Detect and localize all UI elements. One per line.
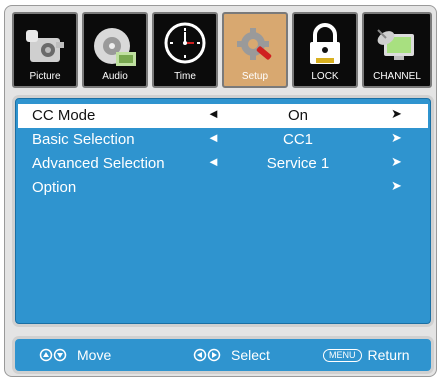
- tab-label: Time: [174, 71, 196, 82]
- hint-select: Select: [193, 347, 270, 363]
- row-label: CC Mode: [32, 107, 96, 124]
- up-down-icon: [39, 348, 67, 362]
- right-arrow-icon[interactable]: ➤: [391, 154, 402, 170]
- tab-label: Picture: [29, 71, 61, 82]
- select-label: Select: [231, 347, 270, 363]
- hint-move: Move: [39, 347, 111, 363]
- return-label: Return: [367, 347, 410, 363]
- menu-row-advanced-selection[interactable]: Advanced Selection ◄ Service 1 ➤: [18, 152, 428, 176]
- right-arrow-icon[interactable]: ➤: [391, 130, 402, 146]
- row-label: Option: [32, 179, 77, 196]
- move-label: Move: [77, 347, 112, 363]
- menu-key-icon: MENU: [323, 348, 362, 362]
- row-label: Advanced Selection: [32, 155, 165, 172]
- tab-setup[interactable]: Setup: [222, 12, 288, 88]
- left-arrow-icon[interactable]: ◄: [207, 130, 220, 145]
- left-arrow-icon[interactable]: ◄: [207, 154, 220, 169]
- hint-return: MENU Return: [323, 347, 410, 363]
- tab-strip: Picture Audio Time Setup LOCK CHANNEL: [12, 12, 437, 88]
- setup-icon: [237, 28, 272, 60]
- audio-icon: [94, 28, 136, 66]
- row-value: On: [287, 107, 308, 124]
- row-value: CC1: [282, 131, 313, 148]
- right-arrow-icon[interactable]: ➤: [391, 178, 402, 194]
- key-hint-bar: Move Select MENU Return: [12, 336, 434, 374]
- tab-label: Audio: [102, 71, 128, 82]
- menu-row-option[interactable]: Option ➤: [18, 176, 428, 200]
- tab-label: LOCK: [311, 71, 339, 82]
- row-label: Basic Selection: [32, 131, 135, 148]
- left-right-icon: [193, 348, 221, 362]
- clock-icon: [164, 22, 206, 64]
- tab-time[interactable]: Time: [152, 12, 218, 88]
- tab-channel[interactable]: CHANNEL: [362, 12, 432, 88]
- right-arrow-icon[interactable]: ➤: [391, 106, 402, 122]
- tab-picture[interactable]: Picture: [12, 12, 78, 88]
- channel-icon: [377, 29, 414, 60]
- tab-label: CHANNEL: [373, 71, 421, 82]
- picture-icon: [26, 30, 64, 62]
- left-arrow-icon[interactable]: ◄: [207, 106, 220, 121]
- tab-audio[interactable]: Audio: [82, 12, 148, 88]
- menu-row-basic-selection[interactable]: Basic Selection ◄ CC1 ➤: [18, 128, 428, 152]
- menu-row-cc-mode[interactable]: CC Mode ◄ On ➤: [18, 104, 428, 128]
- row-value: Service 1: [266, 155, 330, 172]
- tab-lock[interactable]: LOCK: [292, 12, 358, 88]
- tab-label: Setup: [241, 71, 269, 82]
- setup-menu-panel: CC Mode ◄ On ➤ Basic Selection ◄ CC1 ➤ A…: [12, 95, 434, 327]
- lock-icon: [310, 23, 340, 64]
